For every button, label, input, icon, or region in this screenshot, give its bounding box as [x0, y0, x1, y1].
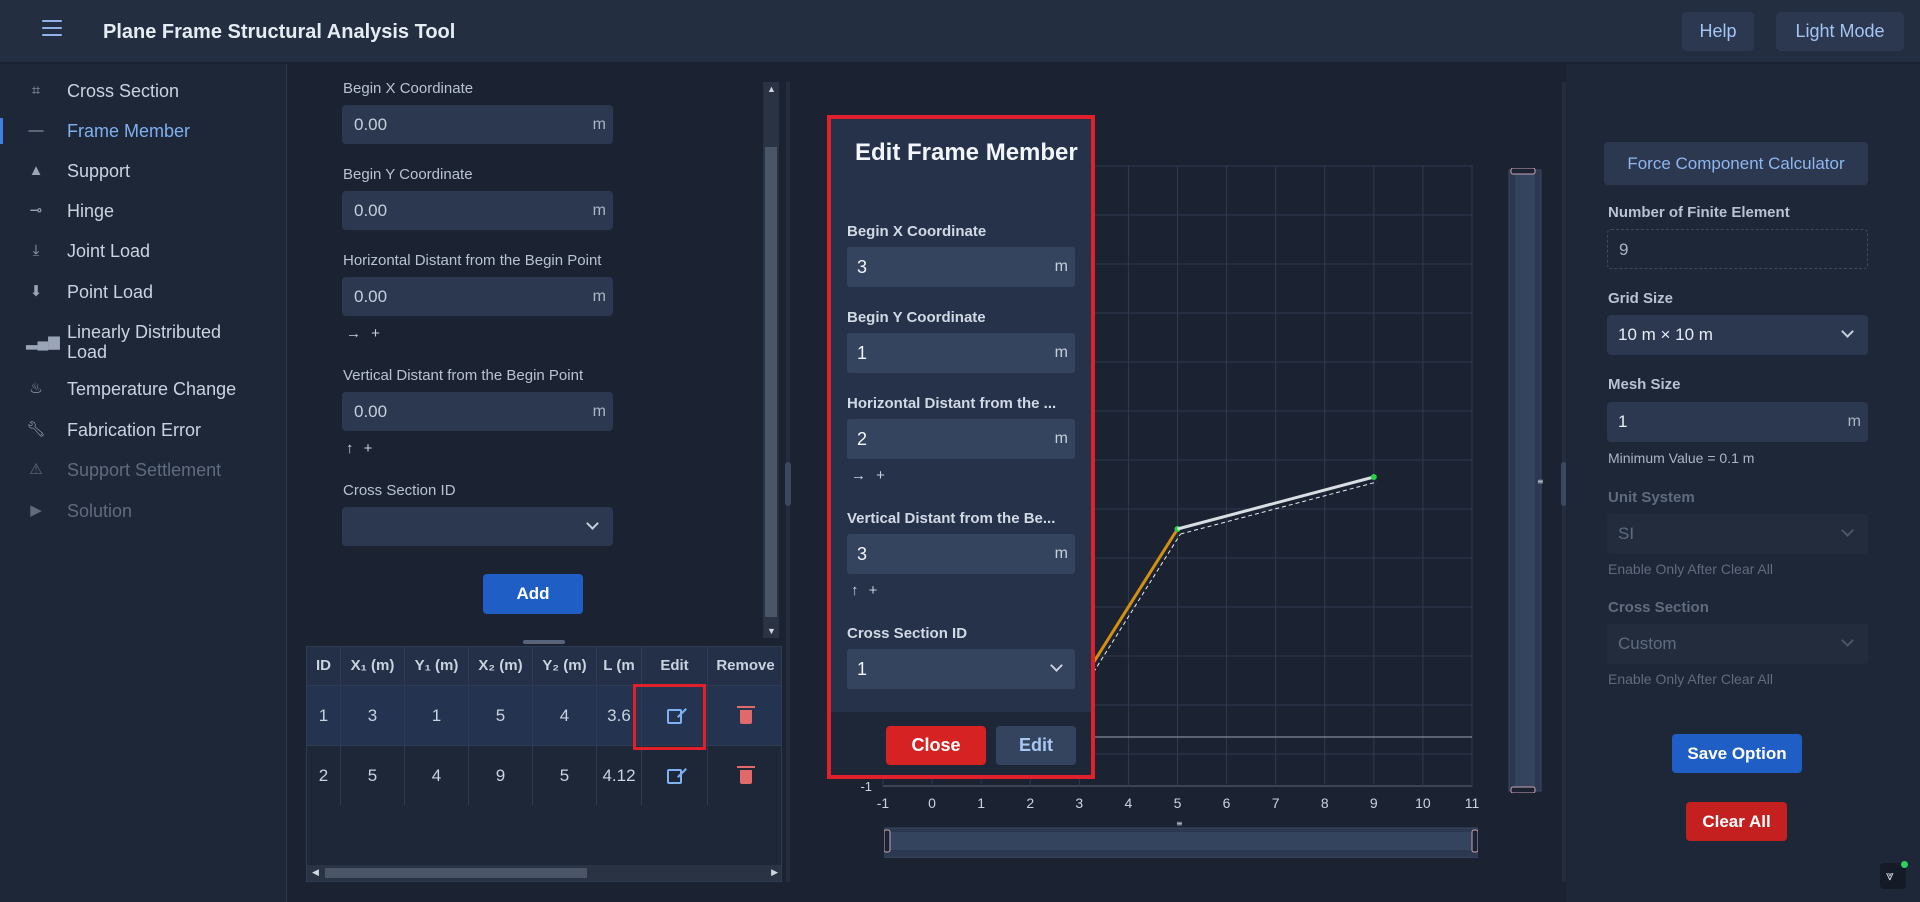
- modal-vertical-distance-value: 3: [857, 544, 868, 564]
- grid-size-value: 10 m × 10 m: [1618, 325, 1713, 344]
- modal-begin-y-field[interactable]: 1 m: [847, 333, 1075, 373]
- finite-element-label: Number of Finite Element: [1608, 204, 1790, 221]
- node-point: [1370, 474, 1377, 480]
- mesh-size-hint: Minimum Value = 0.1 m: [1608, 450, 1755, 466]
- modal-begin-y-label: Begin Y Coordinate: [847, 309, 986, 326]
- chevron-down-icon: [1050, 659, 1063, 672]
- force-component-calculator-button[interactable]: Force Component Calculator: [1604, 142, 1868, 185]
- x-tick-label: 3: [1075, 795, 1083, 811]
- modal-horizontal-direction-hint: → +: [851, 467, 888, 484]
- deformed-shape-line: [1180, 481, 1377, 535]
- mesh-size-input[interactable]: 1 m: [1607, 402, 1868, 442]
- x-tick-label: 7: [1272, 795, 1280, 811]
- modal-horizontal-distance-value: 2: [857, 429, 868, 449]
- modal-cross-section-id-select[interactable]: 1: [847, 649, 1075, 689]
- finite-element-input[interactable]: 9: [1607, 229, 1868, 269]
- mesh-size-label: Mesh Size: [1608, 376, 1681, 393]
- vertical-range-slider[interactable]: ≡: [1507, 168, 1543, 793]
- clear-all-button[interactable]: Clear All: [1686, 802, 1787, 841]
- unit-system-select: SI: [1607, 514, 1868, 554]
- edit-button[interactable]: Edit: [996, 726, 1076, 765]
- plot-ticks: -1 0 1 2 3 4 5 6 7 8 9 10 11 -1: [860, 779, 1479, 811]
- modal-vertical-distance-label: Vertical Distant from the Be...: [847, 510, 1056, 527]
- cross-section-value: Custom: [1618, 634, 1677, 653]
- close-button[interactable]: Close: [886, 726, 986, 765]
- chevron-down-icon: [1841, 634, 1854, 647]
- y-tick-label: -1: [860, 779, 872, 794]
- modal-horizontal-distance-label: Horizontal Distant from the ...: [847, 395, 1057, 412]
- modal-cross-section-id-value: 1: [857, 659, 868, 679]
- x-tick-label: 9: [1370, 795, 1378, 811]
- unit-label: m: [1054, 545, 1068, 562]
- modal-horizontal-distance-field[interactable]: 2 m: [847, 419, 1075, 459]
- unit-label: m: [1847, 413, 1861, 430]
- mesh-size-value: 1: [1618, 412, 1628, 431]
- cross-section-hint: Enable Only After Clear All: [1608, 671, 1773, 687]
- modal-vertical-direction-hint: ↑ +: [851, 582, 881, 599]
- x-tick-label: 2: [1026, 795, 1034, 811]
- grid-size-label: Grid Size: [1608, 290, 1674, 307]
- x-tick-label: 11: [1465, 795, 1480, 811]
- finite-element-value: 9: [1619, 240, 1629, 259]
- x-tick-label: 1: [977, 795, 985, 811]
- grid-size-select[interactable]: 10 m × 10 m: [1607, 315, 1868, 355]
- deformed-shape-line: [1081, 533, 1181, 691]
- unit-system-value: SI: [1618, 524, 1635, 543]
- modal-title: Edit Frame Member: [855, 139, 1078, 166]
- feedback-icon[interactable]: ⩔: [1880, 861, 1908, 889]
- svg-text:≡: ≡: [1537, 477, 1543, 486]
- modal-begin-x-label: Begin X Coordinate: [847, 223, 987, 240]
- cross-section-label: Cross Section: [1608, 599, 1709, 616]
- modal-cross-section-id-label: Cross Section ID: [847, 625, 968, 642]
- unit-system-hint: Enable Only After Clear All: [1608, 561, 1773, 577]
- modal-vertical-distance-field[interactable]: 3 m: [847, 534, 1075, 574]
- options-panel: Force Component Calculator Number of Fin…: [1566, 64, 1920, 902]
- cross-section-select: Custom: [1607, 624, 1868, 664]
- x-tick-label: 10: [1415, 795, 1431, 811]
- x-tick-label: 4: [1125, 795, 1133, 811]
- modal-begin-x-value: 3: [857, 257, 868, 277]
- unit-label: m: [1054, 258, 1068, 275]
- x-tick-label: 0: [928, 795, 936, 811]
- unit-system-label: Unit System: [1608, 489, 1695, 506]
- chevron-down-icon: [1841, 325, 1854, 338]
- horizontal-range-slider[interactable]: ≡: [884, 820, 1478, 858]
- modal-begin-y-value: 1: [857, 343, 868, 363]
- modal-footer: Close Edit: [831, 712, 1091, 775]
- unit-label: m: [1054, 430, 1068, 447]
- x-tick-label: 8: [1321, 795, 1329, 811]
- x-tick-label: 6: [1223, 795, 1231, 811]
- x-tick-label: 5: [1174, 795, 1182, 811]
- edit-frame-member-modal: Edit Frame Member Begin X Coordinate 3 m…: [827, 115, 1095, 779]
- save-option-button[interactable]: Save Option: [1672, 734, 1802, 773]
- unit-label: m: [1054, 344, 1068, 361]
- svg-text:≡: ≡: [1176, 820, 1183, 828]
- modal-begin-x-field[interactable]: 3 m: [847, 247, 1075, 287]
- plot-members: [1078, 474, 1377, 691]
- chevron-down-icon: [1841, 524, 1854, 537]
- x-tick-label: -1: [877, 795, 890, 811]
